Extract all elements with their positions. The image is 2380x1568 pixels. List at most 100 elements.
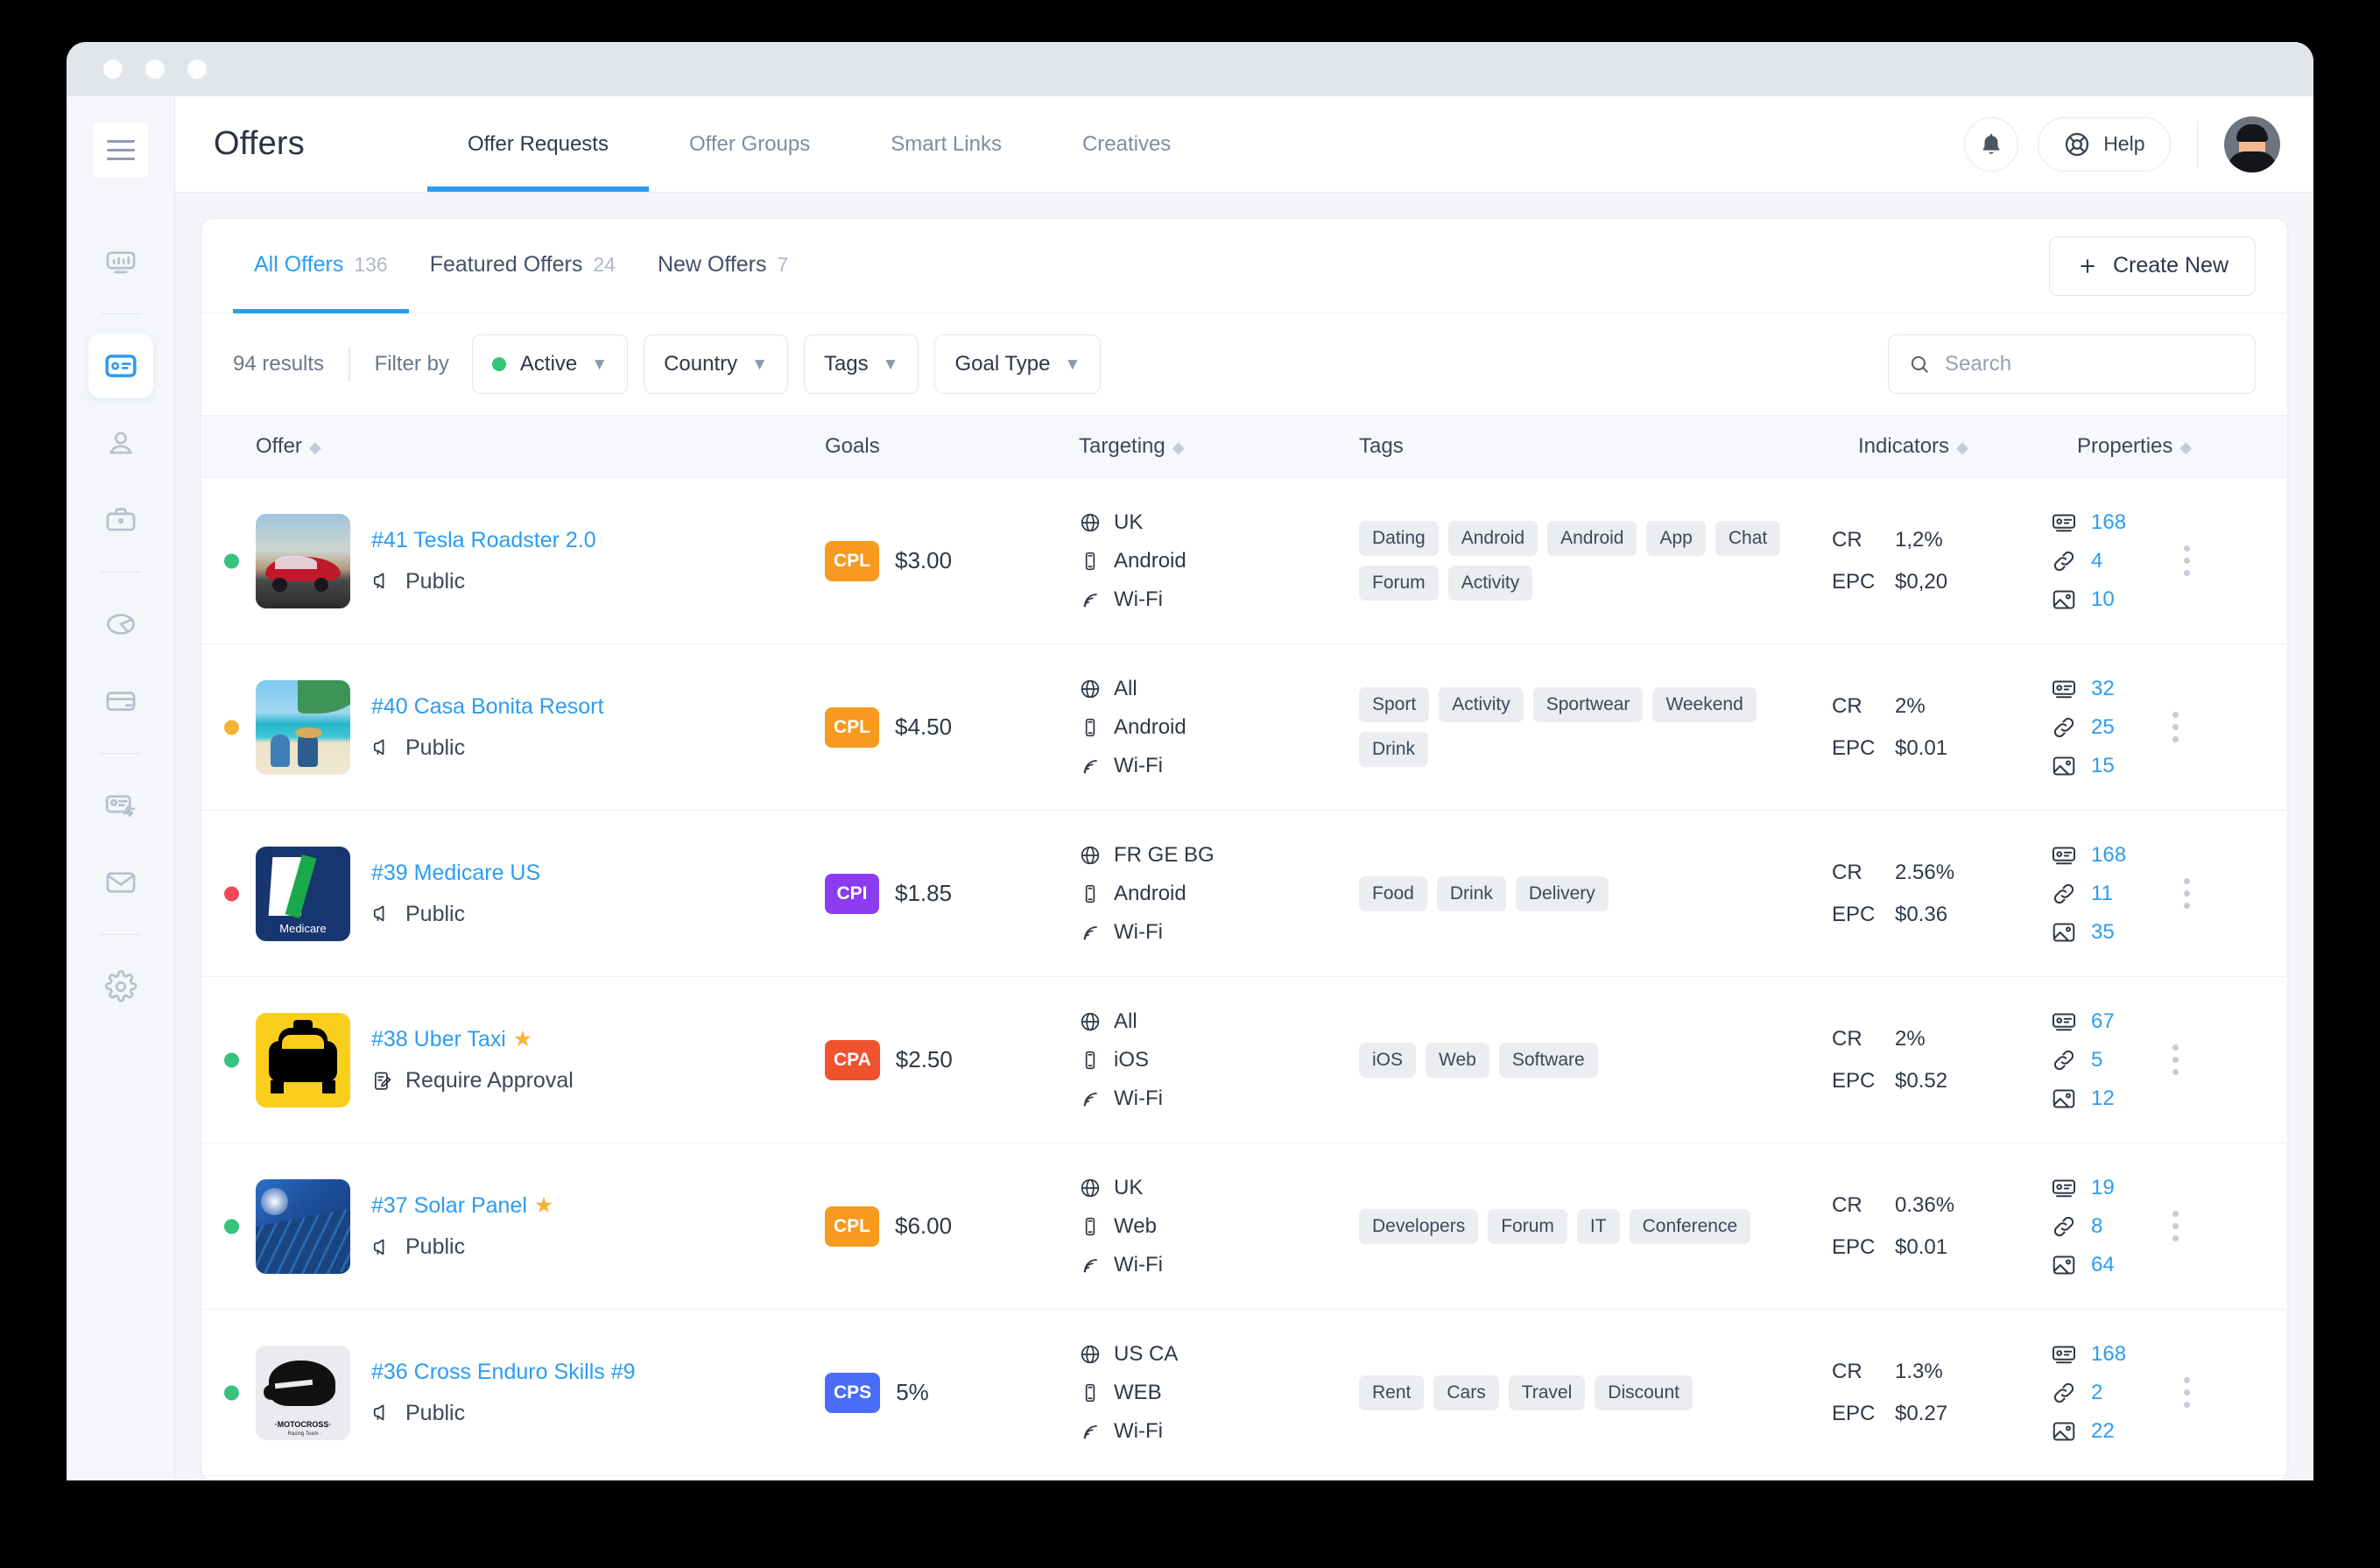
column-header-offer[interactable]: Offer ◆ (256, 434, 825, 459)
filter-dropdown-country[interactable]: Country ▼ (644, 334, 788, 394)
indicator-key: EPC (1832, 1401, 1876, 1425)
filter-dropdown-tags[interactable]: Tags ▼ (803, 334, 919, 394)
help-button[interactable]: Help (2038, 116, 2171, 172)
tag[interactable]: Drink (1359, 732, 1429, 767)
tag[interactable]: Weekend (1652, 687, 1757, 722)
tag[interactable]: Rent (1359, 1375, 1425, 1410)
tag[interactable]: Conference (1629, 1208, 1751, 1244)
targeting-line: Wi-Fi (1079, 754, 1359, 778)
property-count[interactable]: 4 (2091, 549, 2102, 573)
column-header-properties[interactable]: Properties ◆ (2077, 434, 2287, 459)
row-actions-menu-icon[interactable] (2172, 712, 2179, 742)
property-count[interactable]: 67 (2091, 1009, 2115, 1034)
property-count[interactable]: 168 (2091, 843, 2126, 868)
row-actions-menu-icon[interactable] (2184, 1377, 2191, 1408)
property-count[interactable]: 35 (2091, 920, 2115, 945)
sidebar-item-conversions[interactable] (88, 773, 153, 838)
property-count[interactable]: 64 (2091, 1253, 2115, 1277)
property-count[interactable]: 5 (2091, 1048, 2102, 1072)
tab-featured-offers[interactable]: Featured Offers 24 (409, 219, 637, 313)
tag[interactable]: Software (1498, 1042, 1598, 1078)
top-nav-item-smart-links[interactable]: Smart Links (850, 96, 1042, 192)
row-actions-menu-icon[interactable] (2172, 1211, 2179, 1241)
row-actions-menu-icon[interactable] (2172, 1044, 2179, 1075)
tag[interactable]: Forum (1488, 1208, 1567, 1244)
offer-access-label: Public (405, 1234, 466, 1259)
tag[interactable]: iOS (1359, 1042, 1417, 1078)
tag[interactable]: Dating (1359, 521, 1439, 556)
sidebar-item-offers[interactable] (88, 334, 153, 398)
property-count[interactable]: 168 (2091, 510, 2126, 535)
property-count[interactable]: 11 (2091, 882, 2113, 906)
table-row[interactable]: ·MOTOCROSS· · Racing Team · #36 Cross Endu… (201, 1310, 2287, 1476)
tag[interactable]: Activity (1447, 566, 1533, 601)
sidebar-item-advertisers[interactable] (88, 488, 153, 552)
sidebar-item-dashboard[interactable] (88, 229, 153, 294)
tag[interactable]: Food (1359, 875, 1427, 911)
window-close-dot[interactable] (103, 60, 123, 79)
sidebar-item-billing[interactable] (88, 669, 153, 734)
window-minimize-dot[interactable] (145, 60, 165, 79)
offer-name-link[interactable]: #40 Casa Bonita Resort (371, 694, 603, 720)
property-count[interactable]: 10 (2091, 587, 2115, 612)
top-nav-item-creatives[interactable]: Creatives (1042, 96, 1211, 192)
property-count[interactable]: 15 (2091, 754, 2115, 778)
window-maximize-dot[interactable] (187, 60, 207, 79)
filter-dropdown-goal-type[interactable]: Goal Type ▼ (934, 334, 1102, 394)
filter-dropdown-active[interactable]: Active ▼ (471, 334, 629, 394)
tag[interactable]: Web (1426, 1042, 1489, 1078)
targeting-label: All (1114, 1009, 1137, 1033)
tag[interactable]: Android (1447, 521, 1539, 556)
offer-name-link[interactable]: #41 Tesla Roadster 2.0 (371, 528, 596, 553)
search-box[interactable] (1888, 334, 2256, 394)
table-row[interactable]: #41 Tesla Roadster 2.0 Public CPL $3.00 UK An… (201, 478, 2287, 644)
property-count[interactable]: 168 (2091, 1342, 2126, 1367)
sidebar-item-reports[interactable] (88, 592, 153, 657)
tag[interactable]: Activity (1439, 687, 1524, 722)
property-count[interactable]: 25 (2091, 715, 2115, 740)
tab-all-offers[interactable]: All Offers 136 (233, 219, 409, 313)
top-nav-item-offer-requests[interactable]: Offer Requests (426, 96, 649, 192)
property-count[interactable]: 22 (2091, 1419, 2115, 1444)
sidebar-item-messages[interactable] (88, 850, 153, 915)
tag[interactable]: Travel (1508, 1375, 1586, 1410)
tag[interactable]: Delivery (1515, 875, 1609, 911)
property-count[interactable]: 2 (2091, 1381, 2102, 1405)
avatar[interactable] (2224, 116, 2280, 172)
tab-new-offers[interactable]: New Offers 7 (637, 219, 809, 313)
tag[interactable]: Discount (1595, 1375, 1693, 1410)
tag[interactable]: IT (1576, 1208, 1620, 1244)
tag[interactable]: Forum (1359, 566, 1439, 601)
property-count[interactable]: 12 (2091, 1086, 2115, 1111)
column-header-targeting[interactable]: Targeting ◆ (1079, 434, 1359, 459)
table-row[interactable]: #37 Solar Panel ★ Public CPL $6.00 UK Web Wi-Fi… (201, 1143, 2287, 1310)
bell-icon[interactable] (1964, 116, 2019, 172)
tag[interactable]: Chat (1715, 521, 1781, 556)
create-new-button[interactable]: Create New (2049, 236, 2256, 296)
property-count[interactable]: 8 (2091, 1214, 2102, 1239)
column-header-indicators[interactable]: Indicators ◆ (1858, 434, 2077, 459)
table-row[interactable]: Medicare #39 Medicare US Public CPI $1.85 FR … (201, 811, 2287, 977)
top-nav-item-offer-groups[interactable]: Offer Groups (649, 96, 850, 192)
tag[interactable]: App (1646, 521, 1706, 556)
search-input[interactable] (1945, 352, 2236, 376)
tag[interactable]: Drink (1436, 875, 1506, 911)
offer-name-link[interactable]: #38 Uber Taxi ★ (371, 1026, 574, 1052)
offer-name-link[interactable]: #36 Cross Enduro Skills #9 (371, 1360, 636, 1385)
table-row[interactable]: #38 Uber Taxi ★ Require Approval CPA $2.50 Al… (201, 977, 2287, 1143)
offer-name-link[interactable]: #37 Solar Panel ★ (371, 1192, 553, 1219)
tag[interactable]: Android (1547, 521, 1637, 556)
row-actions-menu-icon[interactable] (2184, 545, 2191, 576)
row-actions-menu-icon[interactable] (2184, 878, 2191, 909)
sidebar-item-affiliates[interactable] (88, 411, 153, 475)
sidebar-item-settings[interactable] (88, 954, 153, 1019)
offer-name-link[interactable]: #39 Medicare US (371, 861, 540, 886)
tag[interactable]: Sport (1359, 687, 1430, 722)
tag[interactable]: Developers (1359, 1208, 1479, 1244)
hamburger-menu-icon[interactable] (93, 123, 148, 177)
property-count[interactable]: 32 (2091, 677, 2115, 701)
property-count[interactable]: 19 (2091, 1176, 2115, 1200)
tag[interactable]: Sportwear (1532, 687, 1644, 722)
table-row[interactable]: #40 Casa Bonita Resort Public CPL $4.50 All A… (201, 644, 2287, 811)
tag[interactable]: Cars (1433, 1375, 1499, 1410)
